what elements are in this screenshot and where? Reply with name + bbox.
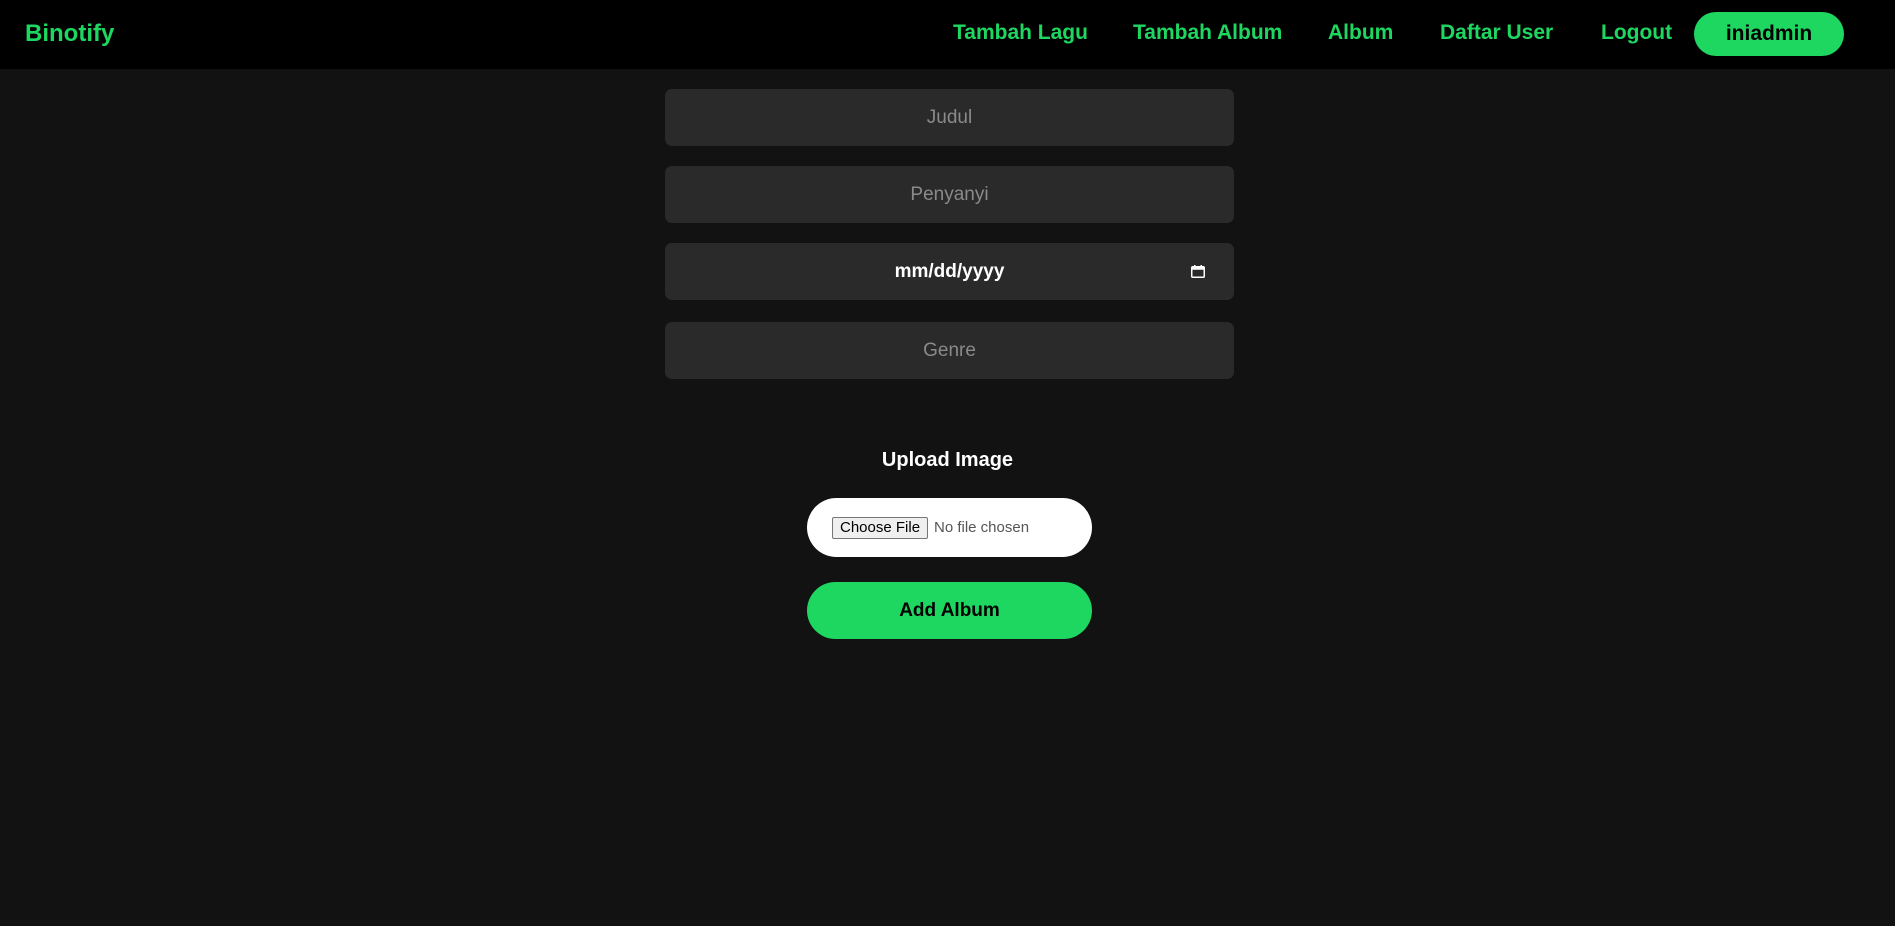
nav-daftar-user[interactable]: Daftar User <box>1440 21 1553 45</box>
add-album-button[interactable]: Add Album <box>807 582 1092 639</box>
user-badge-button[interactable]: iniadmin <box>1694 12 1844 56</box>
nav-tambah-album[interactable]: Tambah Album <box>1133 21 1282 45</box>
brand-logo[interactable]: Binotify <box>25 20 114 48</box>
file-status-text: No file chosen <box>934 519 1030 536</box>
genre-input[interactable]: Genre <box>665 322 1234 379</box>
upload-image-label: Upload Image <box>881 449 1014 471</box>
image-file-input[interactable]: Choose File No file chosen <box>807 498 1092 557</box>
calendar-icon[interactable] <box>1191 265 1205 278</box>
penyanyi-input[interactable]: Penyanyi <box>665 166 1234 223</box>
nav-album[interactable]: Album <box>1328 21 1393 45</box>
nav-tambah-lagu[interactable]: Tambah Lagu <box>953 21 1088 45</box>
top-navbar: Binotify Tambah Lagu Tambah Album Album … <box>0 0 1895 69</box>
nav-logout[interactable]: Logout <box>1601 21 1672 45</box>
date-placeholder-text: mm/dd/yyyy <box>894 261 1005 282</box>
release-date-input[interactable]: mm/dd/yyyy <box>665 243 1234 300</box>
judul-input[interactable]: Judul <box>665 89 1234 146</box>
choose-file-button[interactable]: Choose File <box>832 517 929 539</box>
